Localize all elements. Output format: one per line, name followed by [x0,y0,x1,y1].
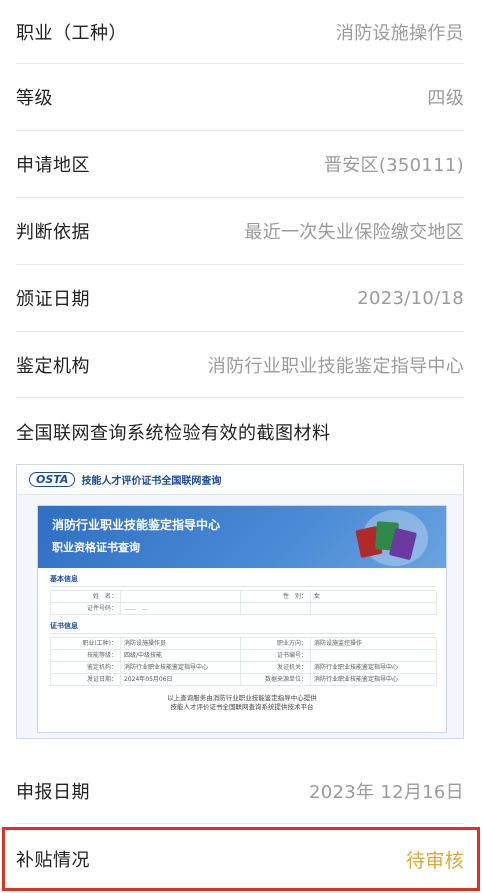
field-value: 消防行业职业技能鉴定指导中心 [311,662,437,674]
field-key: 姓 名： [51,591,121,603]
certificate-panel: 消防行业职业技能鉴定指导中心 职业资格证书查询 基本信息 姓 名： 性 别： 女… [37,505,447,733]
row-value: 晋安区(350111) [323,155,464,176]
basic-info-table: 姓 名： 性 别： 女 证件号码： …… … [50,590,437,615]
row-value: 2023/10/18 [357,287,464,309]
row-label: 颁证日期 [16,289,90,310]
row-label: 职业（工种） [16,22,127,44]
detail-row-occupation: 职业（工种） 消防设施操作员 [16,0,464,64]
row-value: 四级 [427,88,464,109]
row-label: 申请地区 [16,155,90,176]
row-label: 补贴情况 [16,850,90,871]
field-key: 证件号码： [51,603,121,615]
field-key: 性 别： [241,591,311,603]
field-value: 消防设施监控操作 [311,638,437,650]
cert-info-table: 职业(工种)： 消防设施操作员 职业方向： 消防设施监控操作 技能等级： 四级/… [50,637,437,686]
footer-line: 以上查询服务由消防行业职业技能鉴定指导中心提供 [167,694,317,702]
detail-row-level: 等级 四级 [16,64,464,131]
field-value: 四级/中级技能 [121,650,241,662]
detail-row-report-date: 申报日期 2023年 12月16日 [16,758,464,824]
certificate-books-illustration [355,510,428,566]
query-site-topbar: OSTA 技能人才评价证书全国联网查询 [17,465,463,495]
field-value: 消防行业职业技能鉴定指导中心 [121,662,241,674]
field-key: 职业(工种)： [51,638,121,650]
detail-row-institution: 鉴定机构 消防行业职业技能鉴定指导中心 [16,332,464,398]
osta-logo: OSTA [29,472,76,487]
certificate-screenshot-image[interactable]: OSTA 技能人才评价证书全国联网查询 消防行业职业技能鉴定指导中心 职业资格证… [16,464,464,739]
field-value: 消防行业职业技能鉴定指导中心 [311,674,437,686]
field-key: 证书编号： [241,650,311,662]
certificate-footer: 以上查询服务由消防行业职业技能鉴定指导中心提供 技能人才评价证书全国联网查询系统… [38,694,446,712]
detail-row-basis: 判断依据 最近一次失业保险缴交地区 [16,198,464,265]
screenshot-section-title: 全国联网查询系统检验有效的截图材料 [16,423,331,444]
field-value [311,650,437,662]
footer-line: 技能人才评价证书全国联网查询系统提供技术平台 [170,703,314,711]
row-label: 等级 [16,88,53,109]
row-label: 鉴定机构 [16,355,90,377]
field-key: 技能等级： [51,650,121,662]
basic-info-heading: 基本信息 [50,574,436,587]
field-key: 发证日期： [51,674,121,686]
field-key: 数据来源单位： [241,674,311,686]
row-label: 判断依据 [16,222,90,243]
detail-row-region: 申请地区 晋安区(350111) [16,131,464,198]
detail-row-subsidy-status: 补贴情况 待审核 [16,830,464,888]
field-value: …… … [121,603,241,615]
row-value: 2023年 12月16日 [309,781,464,803]
detail-row-issue-date: 颁证日期 2023/10/18 [16,265,464,332]
field-value: 女 [311,591,437,603]
status-badge: 待审核 [406,849,464,872]
field-key: 鉴定机构： [51,662,121,674]
cert-info-heading: 证书信息 [50,621,436,634]
field-value: 消防设施操作员 [121,638,241,650]
field-value: 2024年05月06日 [121,674,241,686]
field-key [241,603,311,615]
row-value: 最近一次失业保险缴交地区 [244,222,464,243]
row-label: 申报日期 [16,781,90,803]
field-value [311,603,437,615]
row-value: 消防设施操作员 [335,22,464,44]
certificate-header: 消防行业职业技能鉴定指导中心 职业资格证书查询 [38,506,446,568]
field-key: 发证机关： [241,662,311,674]
field-value [121,591,241,603]
query-site-title: 技能人才评价证书全国联网查询 [81,476,222,487]
row-value: 消防行业职业技能鉴定指导中心 [207,355,464,377]
field-key: 职业方向： [241,638,311,650]
